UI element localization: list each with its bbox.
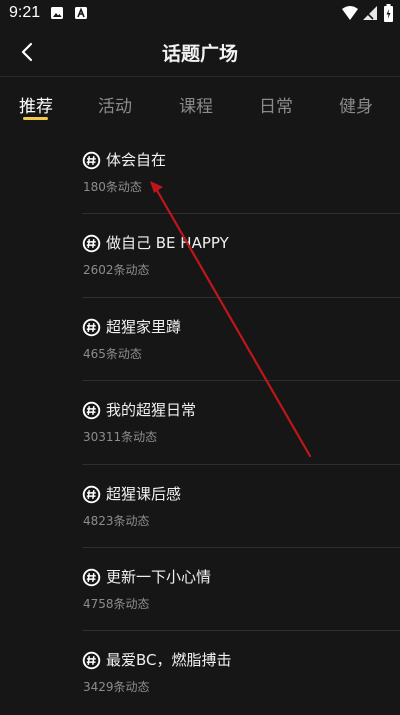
- topic-item[interactable]: 超猩课后感 4823条动态: [0, 465, 400, 548]
- topic-hash-icon: [82, 485, 101, 503]
- topic-post-count: 4823条动态: [83, 513, 150, 528]
- signal-icon: [363, 6, 377, 20]
- status-time: 9:21: [9, 4, 41, 21]
- topic-post-count: 465条动态: [83, 346, 142, 361]
- gallery-icon: [51, 7, 63, 19]
- category-tabs: 推荐 活动 课程 日常 健身: [0, 86, 400, 130]
- tab-courses[interactable]: 课程: [166, 92, 226, 117]
- topic-item[interactable]: 超猩家里蹲 465条动态: [0, 298, 400, 382]
- battery-icon: [384, 4, 393, 22]
- topic-post-count: 180条动态: [83, 180, 142, 194]
- topic-name: 超猩课后感: [106, 484, 182, 503]
- tab-activity[interactable]: 活动: [85, 92, 145, 117]
- topic-hash-icon: [82, 318, 101, 337]
- topic-post-count: 30311条动态: [83, 430, 158, 445]
- topic-post-count: 3429条动态: [83, 680, 150, 695]
- tab-daily[interactable]: 日常: [246, 92, 306, 117]
- active-tab-indicator: [23, 117, 48, 120]
- topic-name: 做自己 BE HAPPY: [106, 234, 229, 253]
- topic-hash-icon: [82, 151, 101, 170]
- wifi-icon: [342, 6, 358, 20]
- topic-name: 我的超猩日常: [106, 401, 197, 420]
- app-notification-icon: [75, 7, 87, 19]
- topic-hash-icon: [82, 401, 101, 420]
- topic-hash-icon: [82, 652, 101, 670]
- topic-item[interactable]: 更新一下小心情 4758条动态: [0, 548, 400, 632]
- topic-name: 超猩家里蹲: [106, 317, 182, 336]
- status-bar: 9:21: [0, 0, 400, 28]
- topic-post-count: 2602条动态: [83, 263, 150, 278]
- topic-name: 更新一下小心情: [106, 567, 212, 586]
- page-title: 话题广场: [161, 43, 238, 65]
- tab-fitness[interactable]: 健身: [326, 92, 386, 117]
- topic-name: 最爱BC，燃脂搏击: [106, 651, 232, 670]
- topic-item[interactable]: 做自己 BE HAPPY 2602条动态: [0, 214, 400, 298]
- topic-list: 体会自在 180条动态 做自己 BE HAPPY 2602条动态 超猩家里蹲 4…: [0, 131, 400, 715]
- topic-item[interactable]: 我的超猩日常 30311条动态: [0, 381, 400, 465]
- topic-post-count: 4758条动态: [83, 596, 150, 611]
- header-bar: 话题广场: [0, 28, 400, 77]
- tab-recommend[interactable]: 推荐: [6, 92, 66, 117]
- topic-item[interactable]: 最爱BC，燃脂搏击 3429条动态: [0, 631, 400, 714]
- topic-item[interactable]: 体会自在 180条动态: [0, 131, 400, 215]
- topic-hash-icon: [82, 568, 101, 587]
- topic-hash-icon: [82, 235, 101, 253]
- topic-name: 体会自在: [106, 151, 167, 169]
